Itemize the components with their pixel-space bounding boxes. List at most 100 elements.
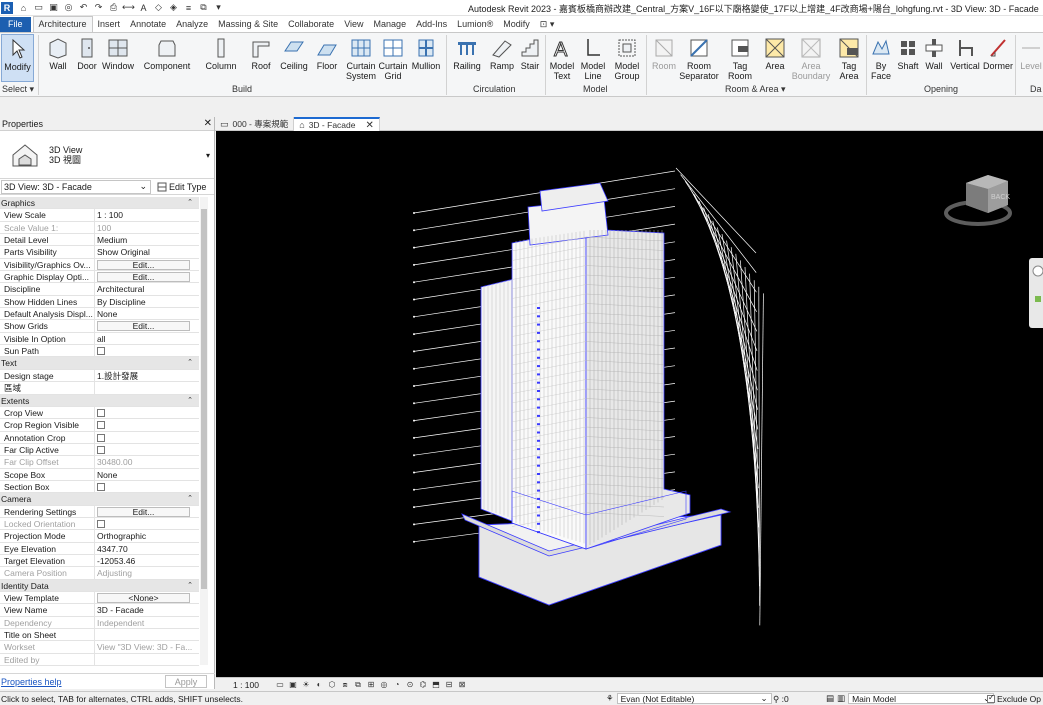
tab-manage[interactable]: Manage	[369, 17, 412, 32]
room-button[interactable]: Room	[650, 34, 678, 82]
show-crop-icon[interactable]: ⧉	[353, 680, 363, 689]
property-value[interactable]	[95, 481, 199, 492]
wall-button[interactable]: Wall	[44, 34, 72, 82]
properties-help-link[interactable]: Properties help	[0, 677, 62, 687]
tab-view-3d-facade[interactable]: ⌂ 3D - Facade ✕	[294, 117, 380, 131]
model-line-button[interactable]: Model Line	[578, 34, 608, 82]
property-edit-button[interactable]: Edit...	[97, 321, 190, 332]
property-row[interactable]: Design stage 1.設計發展	[0, 369, 199, 383]
type-selector[interactable]: 3D View 3D 視圖 ▾	[0, 131, 214, 179]
redo-icon[interactable]: ↷	[93, 2, 104, 13]
property-checkbox[interactable]	[97, 421, 105, 430]
property-row[interactable]: Dependency Independent	[0, 616, 199, 630]
revit-logo-icon[interactable]: R	[1, 1, 13, 14]
roof-button[interactable]: Roof	[248, 34, 274, 82]
property-value[interactable]	[95, 432, 199, 443]
property-edit-button[interactable]: Edit...	[97, 259, 190, 270]
switch-windows-icon[interactable]: ⧉	[198, 2, 209, 13]
room-separator-button[interactable]: Room Separator	[678, 34, 720, 82]
property-row[interactable]: Far Clip Offset 30480.00	[0, 456, 199, 469]
scrollbar-thumb[interactable]	[201, 209, 207, 589]
property-value[interactable]	[95, 419, 199, 430]
property-edit-button[interactable]: Edit...	[97, 272, 190, 283]
temporary-hide-icon[interactable]: ◎	[379, 680, 389, 689]
property-value[interactable]: Edit...	[95, 259, 199, 270]
tab-massing-site[interactable]: Massing & Site	[213, 17, 283, 32]
property-row[interactable]: View Name 3D - Facade	[0, 604, 199, 617]
property-row[interactable]: Scope Box None	[0, 468, 199, 481]
property-row[interactable]: Show Grids Edit...	[0, 320, 199, 333]
property-row[interactable]: Sun Path	[0, 345, 199, 358]
property-group-header[interactable]: Camera ⌃	[0, 493, 199, 506]
property-value[interactable]	[95, 407, 199, 418]
property-row[interactable]: Locked Orientation	[0, 517, 199, 531]
property-row[interactable]: Edited by	[0, 653, 199, 667]
collapse-icon[interactable]: ⌃	[185, 395, 195, 406]
property-row[interactable]: Show Hidden Lines By Discipline	[0, 295, 199, 309]
by-face-button[interactable]: By Face	[869, 34, 893, 82]
property-checkbox[interactable]	[97, 347, 105, 356]
selection-count[interactable]: ⚲ :0	[773, 694, 789, 705]
tab-annotate[interactable]: Annotate	[125, 17, 171, 32]
worksharing-display-icon[interactable]: ⊙	[405, 680, 415, 689]
building-3d-model[interactable]	[216, 131, 1043, 677]
close-tab-icon[interactable]: ✕	[365, 120, 373, 131]
area-button[interactable]: Area	[760, 34, 790, 82]
print-icon[interactable]: ⎙	[108, 2, 119, 13]
property-row[interactable]: Far Clip Active	[0, 443, 199, 457]
property-row[interactable]: Graphic Display Opti... Edit...	[0, 271, 199, 284]
apply-button[interactable]: Apply	[165, 675, 207, 688]
property-edit-button[interactable]: Edit...	[97, 506, 190, 517]
property-row[interactable]: 區域	[0, 382, 199, 395]
tab-insert[interactable]: Insert	[93, 17, 126, 32]
curtain-system-button[interactable]: Curtain System	[344, 34, 378, 82]
exclude-options-checkbox[interactable]	[987, 693, 995, 703]
property-row[interactable]: View Scale 1 : 100	[0, 209, 199, 222]
property-value[interactable]: By Discipline	[95, 296, 199, 307]
dormer-button[interactable]: Dormer	[983, 34, 1013, 82]
level-button[interactable]: Level	[1018, 34, 1043, 82]
shadows-icon[interactable]: ◐	[314, 680, 324, 689]
property-group-header[interactable]: Text ⌃	[0, 357, 199, 370]
analytical-model-icon[interactable]: ⌬	[418, 680, 428, 689]
mullion-button[interactable]: Mullion	[410, 34, 442, 82]
property-value[interactable]: Show Original	[95, 246, 199, 257]
detail-level-icon[interactable]: ▭	[275, 680, 285, 689]
model-text-button[interactable]: A Model Text	[548, 34, 576, 82]
property-row[interactable]: Default Analysis Displ... None	[0, 308, 199, 321]
property-value[interactable]: Orthographic	[95, 530, 199, 541]
collapse-icon[interactable]: ⌃	[185, 493, 195, 504]
property-checkbox[interactable]	[97, 482, 105, 491]
vertical-opening-button[interactable]: Vertical	[947, 34, 983, 82]
property-row[interactable]: Workset View "3D View: 3D - Fa...	[0, 641, 199, 654]
tag-area-button[interactable]: Tag Area	[834, 34, 864, 82]
property-value[interactable]: Medium	[95, 234, 199, 245]
viewcube[interactable]: BACK	[944, 169, 1016, 231]
exclude-options-toggle[interactable]: Exclude Op	[987, 693, 1041, 704]
collapse-icon[interactable]: ⌃	[185, 580, 195, 591]
edit-type-button[interactable]: Edit Type	[157, 182, 206, 192]
property-group-header[interactable]: Identity Data ⌃	[0, 579, 199, 592]
property-value[interactable]: 3D - Facade	[95, 604, 199, 615]
save-icon[interactable]: ▣	[48, 2, 59, 13]
properties-scrollbar[interactable]	[200, 197, 208, 665]
tab-collaborate[interactable]: Collaborate	[283, 17, 339, 32]
instance-selector[interactable]: 3D View: 3D - Facade ⌄	[1, 179, 151, 194]
property-row[interactable]: Eye Elevation 4347.70	[0, 542, 199, 555]
property-value[interactable]	[95, 444, 199, 455]
constraints-icon[interactable]: ⊟	[444, 680, 454, 689]
model-group-button[interactable]: Model Group	[612, 34, 642, 82]
area-boundary-button[interactable]: Area Boundary	[790, 34, 832, 82]
property-value[interactable]: 1 : 100	[95, 209, 199, 220]
property-value[interactable]: <None>	[95, 592, 199, 603]
property-group-header[interactable]: Graphics ⌃	[0, 197, 199, 210]
customize-qat-icon[interactable]: ▾	[213, 2, 224, 13]
reveal-hidden-icon[interactable]: ◔	[392, 680, 402, 689]
drawing-canvas[interactable]: BACK	[216, 131, 1043, 677]
select-panel-label[interactable]: Select ▾	[2, 84, 34, 95]
property-value[interactable]: Architectural	[95, 283, 199, 294]
stair-button[interactable]: Stair	[518, 34, 542, 82]
thin-lines-icon[interactable]: ≡	[183, 2, 194, 13]
property-value[interactable]: all	[95, 333, 199, 344]
property-value[interactable]: None	[95, 308, 199, 319]
